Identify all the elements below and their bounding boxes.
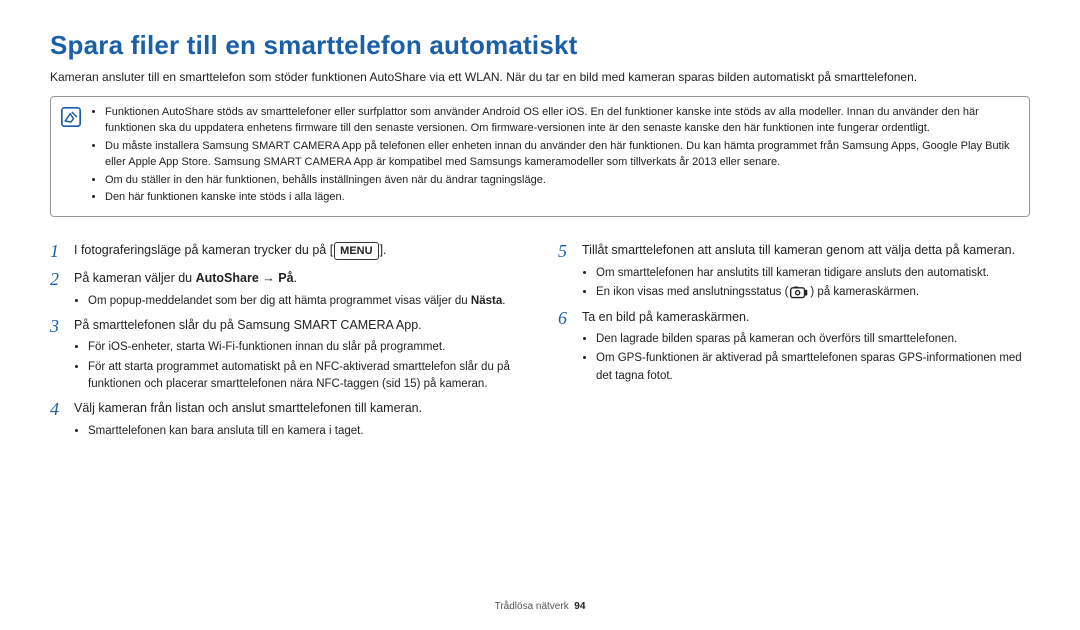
step-5: 5 Tillåt smarttelefonen att ansluta till…: [558, 241, 1030, 263]
sub-text-part: Om popup-meddelandet som ber dig att häm…: [88, 295, 471, 307]
step-number: 2: [50, 269, 68, 291]
step-text: På smarttelefonen slår du på Samsung SMA…: [74, 316, 522, 335]
step-5-notes: Om smarttelefonen har anslutits till kam…: [582, 265, 1030, 302]
step-text-part: .: [294, 271, 297, 285]
note-icon: [61, 107, 81, 127]
connection-status-icon: [790, 285, 808, 299]
note-item: Om du ställer in den här funktionen, beh…: [105, 173, 1019, 189]
sub-text-bold: Nästa: [471, 295, 502, 307]
footer-section: Trådlösa nätverk: [495, 601, 569, 612]
intro-paragraph: Kameran ansluter till en smarttelefon so…: [50, 69, 1030, 86]
step-6: 6 Ta en bild på kameraskärmen.: [558, 308, 1030, 330]
step-number: 4: [50, 399, 68, 421]
sub-text-part: .: [502, 295, 505, 307]
sub-item: En ikon visas med anslutningsstatus ( ) …: [596, 284, 1030, 301]
right-column: 5 Tillåt smarttelefonen att ansluta till…: [558, 235, 1030, 446]
note-item: Den här funktionen kanske inte stöds i a…: [105, 190, 1019, 206]
step-6-notes: Den lagrade bilden sparas på kameran och…: [582, 331, 1030, 385]
step-4: 4 Välj kameran från listan och anslut sm…: [50, 399, 522, 421]
sub-item: Om smarttelefonen har anslutits till kam…: [596, 265, 1030, 282]
step-3: 3 På smarttelefonen slår du på Samsung S…: [50, 316, 522, 338]
sub-item: För iOS-enheter, starta Wi-Fi-funktionen…: [88, 339, 522, 356]
sub-item: Den lagrade bilden sparas på kameran och…: [596, 331, 1030, 348]
step-4-notes: Smarttelefonen kan bara ansluta till en …: [74, 423, 522, 440]
step-text: På kameran väljer du AutoShare → På.: [74, 269, 522, 288]
step-number: 1: [50, 241, 68, 263]
note-callout: Funktionen AutoShare stöds av smarttelef…: [50, 96, 1030, 218]
sub-item: Om popup-meddelandet som ber dig att häm…: [88, 293, 522, 310]
note-list: Funktionen AutoShare stöds av smarttelef…: [91, 105, 1019, 209]
sub-item: Smarttelefonen kan bara ansluta till en …: [88, 423, 522, 440]
step-number: 6: [558, 308, 576, 330]
page-title: Spara filer till en smarttelefon automat…: [50, 30, 1030, 61]
step-text: I fotograferingsläge på kameran trycker …: [74, 241, 522, 260]
sub-item: För att starta programmet automatiskt på…: [88, 359, 522, 394]
document-page: Spara filer till en smarttelefon automat…: [0, 0, 1080, 630]
step-text-part: ].: [380, 243, 387, 257]
step-text: Välj kameran från listan och anslut smar…: [74, 399, 522, 418]
sub-text-part: ) på kameraskärmen.: [810, 286, 919, 298]
step-text-part: På kameran väljer du: [74, 271, 196, 285]
footer-page-number: 94: [574, 601, 585, 612]
step-text-bold: AutoShare → På: [196, 271, 294, 285]
step-3-notes: För iOS-enheter, starta Wi-Fi-funktionen…: [74, 339, 522, 393]
page-footer: Trådlösa nätverk 94: [0, 601, 1080, 612]
menu-button-icon: MENU: [334, 242, 378, 260]
step-text: Ta en bild på kameraskärmen.: [582, 308, 1030, 327]
menu-label: MENU: [340, 243, 372, 259]
step-text: Tillåt smarttelefonen att ansluta till k…: [582, 241, 1030, 260]
sub-text-part: En ikon visas med anslutningsstatus (: [596, 286, 788, 298]
note-item: Funktionen AutoShare stöds av smarttelef…: [105, 105, 1019, 137]
sub-item: Om GPS-funktionen är aktiverad på smartt…: [596, 350, 1030, 385]
left-column: 1 I fotograferingsläge på kameran trycke…: [50, 235, 522, 446]
step-number: 5: [558, 241, 576, 263]
two-column-layout: 1 I fotograferingsläge på kameran trycke…: [50, 235, 1030, 446]
step-number: 3: [50, 316, 68, 338]
step-2-notes: Om popup-meddelandet som ber dig att häm…: [74, 293, 522, 310]
note-item: Du måste installera Samsung SMART CAMERA…: [105, 139, 1019, 171]
step-2: 2 På kameran väljer du AutoShare → På.: [50, 269, 522, 291]
step-1: 1 I fotograferingsläge på kameran trycke…: [50, 241, 522, 263]
step-text-part: I fotograferingsläge på kameran trycker …: [74, 243, 333, 257]
